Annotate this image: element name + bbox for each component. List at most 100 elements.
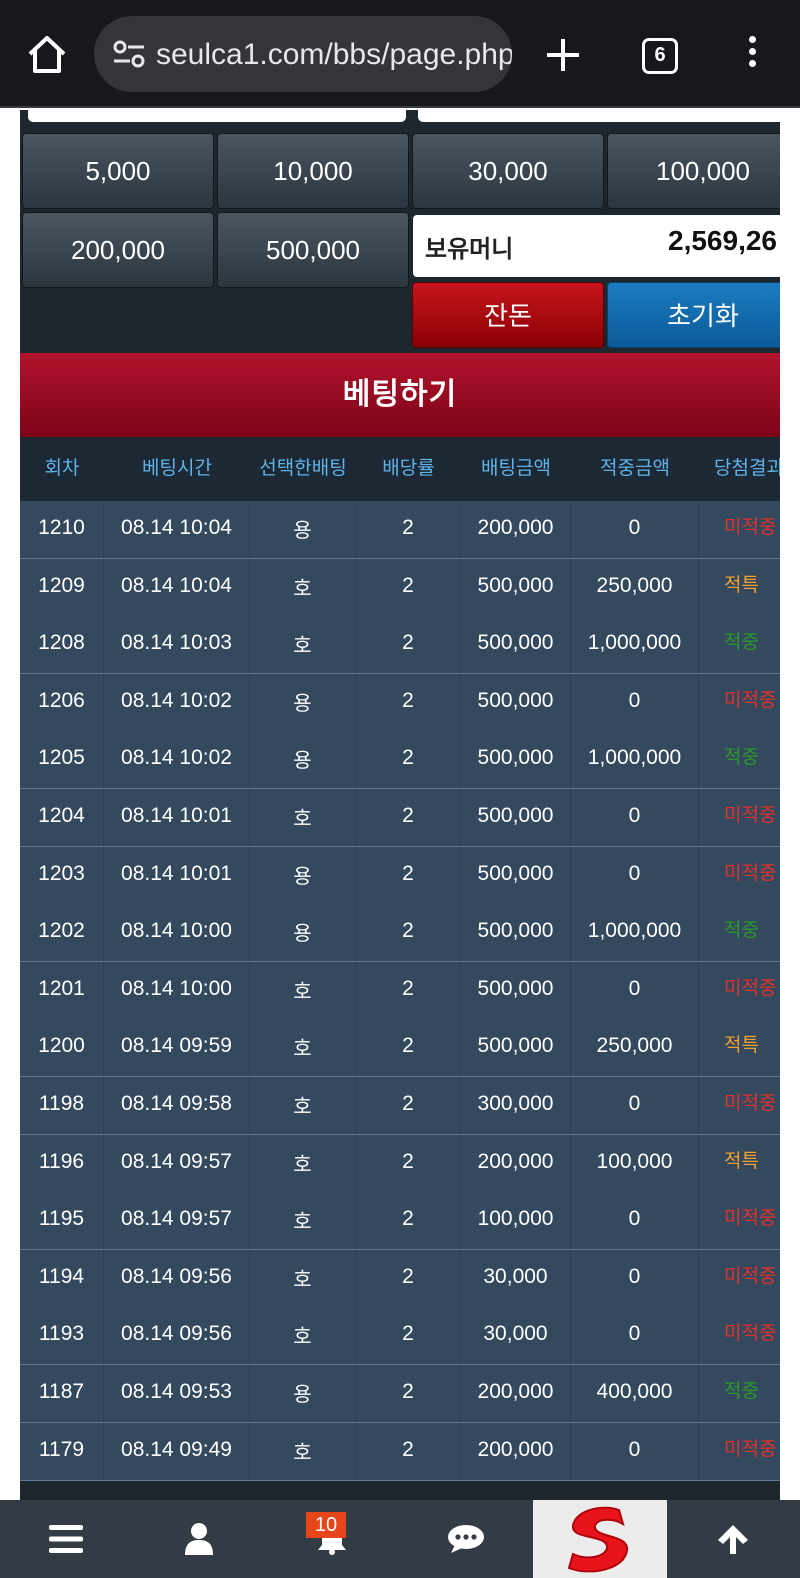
- table-row: 1210 08.14 10:04 용 2 200,000 0 미적중: [20, 501, 780, 559]
- arrow-up-icon[interactable]: [667, 1500, 799, 1578]
- site-logo[interactable]: [533, 1500, 667, 1578]
- bottom-nav: 10: [0, 1500, 800, 1578]
- header-win-amount: 적중금액: [600, 458, 670, 479]
- chip-500000-button[interactable]: 500,000: [217, 212, 409, 288]
- cell-bet-time: 08.14 10:03: [104, 616, 250, 674]
- url-text: seulca1.com/bbs/page.php: [156, 38, 512, 71]
- cell-win-amount: 1,000,000: [571, 616, 699, 674]
- address-bar[interactable]: seulca1.com/bbs/page.php: [94, 16, 512, 92]
- table-row: 1209 08.14 10:04 호 2 500,000 250,000 적특: [20, 558, 780, 617]
- cell-selection: 호: [250, 1134, 356, 1192]
- header-odds: 배당률: [382, 458, 435, 479]
- table-row: 1203 08.14 10:01 용 2 500,000 0 미적중: [20, 846, 780, 905]
- cell-bet-time: 08.14 10:04: [104, 558, 250, 616]
- menu-icon[interactable]: [0, 1500, 132, 1578]
- chip-5000-button[interactable]: 5,000: [22, 133, 214, 209]
- cell-odds: 2: [356, 1077, 461, 1134]
- cell-win-amount: 0: [571, 1422, 699, 1480]
- chip-10000-button[interactable]: 10,000: [217, 133, 409, 209]
- cell-bet-time: 08.14 09:56: [104, 1249, 250, 1307]
- cell-bet-time: 08.14 09:56: [104, 1307, 250, 1365]
- cell-bet-time: 08.14 09:59: [104, 1019, 250, 1077]
- chip-200000-button[interactable]: 200,000: [22, 212, 214, 288]
- cell-result: 적특: [724, 1035, 759, 1057]
- cell-result: 적중: [724, 632, 759, 654]
- cell-selection: 용: [250, 904, 356, 962]
- table-row: 1195 08.14 09:57 호 2 100,000 0 미적중: [20, 1192, 780, 1251]
- cell-round: 1193: [20, 1307, 104, 1365]
- cell-odds: 2: [356, 1192, 461, 1250]
- browser-toolbar: seulca1.com/bbs/page.php 6: [0, 0, 800, 108]
- cell-bet-time: 08.14 10:02: [104, 673, 250, 731]
- cell-round: 1210: [20, 501, 104, 558]
- cell-result: 미적중: [724, 689, 777, 711]
- cell-bet-amount: 500,000: [461, 961, 571, 1019]
- reset-button[interactable]: 초기화: [607, 282, 780, 348]
- site-settings-icon[interactable]: [112, 40, 146, 68]
- cell-win-amount: 0: [571, 1307, 699, 1365]
- notification-badge: 10: [306, 1512, 346, 1538]
- cell-selection: 호: [250, 1249, 356, 1307]
- more-menu-icon[interactable]: [742, 32, 762, 78]
- cell-win-amount: 1,000,000: [571, 904, 699, 962]
- cell-selection: 용: [250, 673, 356, 731]
- input-field-right[interactable]: [418, 110, 780, 122]
- cell-bet-amount: 500,000: [461, 1019, 571, 1077]
- cell-bet-time: 08.14 10:04: [104, 501, 250, 558]
- cell-bet-amount: 200,000: [461, 1134, 571, 1192]
- cell-odds: 2: [356, 789, 461, 846]
- cell-odds: 2: [356, 1134, 461, 1192]
- cell-result: 미적중: [724, 862, 777, 884]
- table-row: 1206 08.14 10:02 용 2 500,000 0 미적중: [20, 673, 780, 732]
- cell-bet-time: 08.14 09:57: [104, 1134, 250, 1192]
- cell-round: 1209: [20, 558, 104, 616]
- cell-win-amount: 0: [571, 1192, 699, 1250]
- cell-bet-amount: 500,000: [461, 673, 571, 731]
- header-bet-time: 베팅시간: [142, 458, 212, 479]
- cell-bet-amount: 500,000: [461, 558, 571, 616]
- cell-win-amount: 0: [571, 1249, 699, 1307]
- cell-result: 적특: [724, 574, 759, 596]
- cell-selection: 용: [250, 1365, 356, 1422]
- cell-win-amount: 250,000: [571, 1019, 699, 1077]
- cell-result: 미적중: [724, 805, 777, 826]
- cell-selection: 호: [250, 1192, 356, 1250]
- home-icon[interactable]: [22, 30, 72, 80]
- user-icon[interactable]: [133, 1500, 265, 1578]
- place-bet-button[interactable]: 베팅하기: [20, 353, 780, 437]
- cell-bet-amount: 500,000: [461, 846, 571, 904]
- cell-round: 1201: [20, 961, 104, 1019]
- change-button[interactable]: 잔돈: [412, 282, 604, 348]
- chip-30000-button[interactable]: 30,000: [412, 133, 604, 209]
- table-row: 1200 08.14 09:59 호 2 500,000 250,000 적특: [20, 1019, 780, 1078]
- cell-selection: 호: [250, 1422, 356, 1480]
- cell-result: 적특: [724, 1150, 759, 1172]
- cell-odds: 2: [356, 673, 461, 731]
- cell-odds: 2: [356, 1019, 461, 1077]
- table-row: 1194 08.14 09:56 호 2 30,000 0 미적중: [20, 1249, 780, 1308]
- cell-odds: 2: [356, 501, 461, 558]
- new-tab-icon[interactable]: [538, 30, 588, 80]
- cell-selection: 호: [250, 1019, 356, 1077]
- cell-odds: 2: [356, 1307, 461, 1365]
- header-result: 당첨결과: [714, 458, 780, 479]
- input-field-left[interactable]: [28, 110, 406, 122]
- chat-icon[interactable]: [400, 1500, 532, 1578]
- cell-odds: 2: [356, 904, 461, 962]
- cell-win-amount: 0: [571, 1077, 699, 1134]
- cell-win-amount: 0: [571, 846, 699, 904]
- chip-100000-button[interactable]: 100,000: [607, 133, 780, 209]
- cell-round: 1194: [20, 1249, 104, 1307]
- cell-selection: 용: [250, 846, 356, 904]
- cell-result: 적중: [724, 1381, 759, 1402]
- cell-selection: 호: [250, 1307, 356, 1365]
- cell-bet-time: 08.14 09:53: [104, 1365, 250, 1422]
- cell-round: 1198: [20, 1077, 104, 1134]
- cell-bet-amount: 500,000: [461, 789, 571, 846]
- cell-result: 적중: [724, 747, 759, 769]
- cell-win-amount: 0: [571, 501, 699, 558]
- cell-win-amount: 0: [571, 789, 699, 846]
- cell-selection: 용: [250, 501, 356, 558]
- tab-switcher-button[interactable]: 6: [642, 38, 678, 74]
- cell-bet-time: 08.14 10:01: [104, 789, 250, 846]
